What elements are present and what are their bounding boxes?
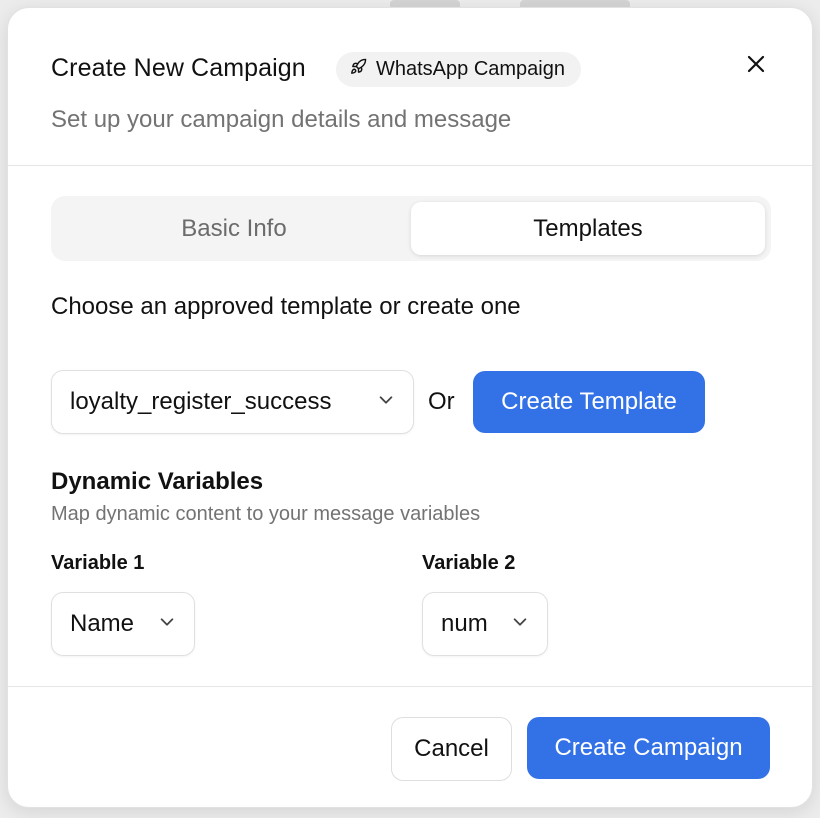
variable-1-select[interactable]: Name xyxy=(51,592,195,656)
close-button[interactable] xyxy=(742,52,770,80)
dialog-footer: Cancel Create Campaign xyxy=(8,686,812,807)
template-section-label: Choose an approved template or create on… xyxy=(51,293,521,320)
dialog-subtitle: Set up your campaign details and message xyxy=(51,106,512,133)
tab-basic-info[interactable]: Basic Info xyxy=(57,202,411,255)
rocket-icon xyxy=(350,58,367,81)
create-template-button[interactable]: Create Template xyxy=(473,371,705,433)
template-select-value: loyalty_register_success xyxy=(70,388,332,415)
variable-1-value: Name xyxy=(70,610,135,637)
badge-label: WhatsApp Campaign xyxy=(376,58,565,80)
variable-1-label: Variable 1 xyxy=(51,552,145,574)
tab-templates[interactable]: Templates xyxy=(411,202,765,255)
chevron-down-icon xyxy=(363,388,395,416)
chevron-down-icon xyxy=(497,610,529,638)
close-icon xyxy=(746,54,766,79)
dynamic-variables-subtitle: Map dynamic content to your message vari… xyxy=(51,503,481,525)
variable-2-select[interactable]: num xyxy=(422,592,548,656)
dynamic-variables-title: Dynamic Variables xyxy=(51,468,264,495)
cancel-button[interactable]: Cancel xyxy=(391,717,512,781)
dialog-title: Create New Campaign xyxy=(51,54,306,82)
tab-bar: Basic Info Templates xyxy=(51,196,771,261)
campaign-type-badge: WhatsApp Campaign xyxy=(336,52,581,87)
chevron-down-icon xyxy=(144,610,176,638)
variable-2-label: Variable 2 xyxy=(422,552,516,574)
or-separator: Or xyxy=(428,388,455,415)
template-select[interactable]: loyalty_register_success xyxy=(51,370,414,434)
create-campaign-button[interactable]: Create Campaign xyxy=(527,717,770,779)
create-campaign-dialog: Create New Campaign WhatsApp Campaign Se… xyxy=(7,7,813,808)
variable-2-value: num xyxy=(441,610,488,637)
dialog-header: Create New Campaign WhatsApp Campaign Se… xyxy=(8,8,812,166)
